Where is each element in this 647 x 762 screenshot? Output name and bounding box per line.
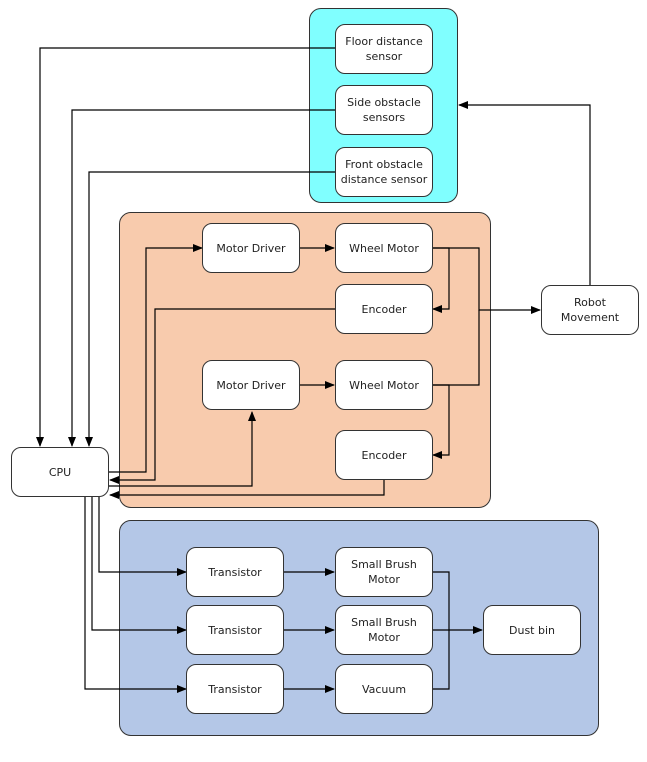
motor-driver-1-label: Motor Driver [216,241,286,255]
motor-driver-2-node[interactable]: Motor Driver [202,360,300,410]
edge-wheel-motor-1-to-robot-movement [432,247,541,314]
vacuum-node[interactable]: Vacuum [335,664,433,714]
small-brush-motor-2-label: Small Brush Motor [351,616,417,644]
transistor-2-label: Transistor [208,623,262,637]
dust-bin-node[interactable]: Dust bin [483,605,581,655]
robot-movement-label: Robot Movement [560,296,620,324]
floor-distance-sensor-label: Floor distance sensor [345,35,423,63]
small-brush-motor-1-label: Small Brush Motor [351,558,417,586]
edge-vacuum-to-dust-bin [432,630,450,690]
small-brush-motor-1-node[interactable]: Small Brush Motor [335,547,433,597]
transistor-3-label: Transistor [208,682,262,696]
vacuum-label: Vacuum [361,682,407,696]
encoder-1-label: Encoder [361,302,407,316]
transistor-3-node[interactable]: Transistor [186,664,284,714]
edge-small-brush-motor-1-to-dust-bin [432,571,450,630]
edge-encoder-2-to-cpu [109,480,385,499]
edge-cpu-to-transistor-2 [91,497,187,634]
cpu-label: CPU [48,465,72,479]
floor-distance-sensor-node[interactable]: Floor distance sensor [335,24,433,74]
front-obstacle-sensor-node[interactable]: Front obstacle distance sensor [335,147,433,197]
side-obstacle-sensors-node[interactable]: Side obstacle sensors [335,85,433,135]
transistor-1-label: Transistor [208,565,262,579]
edge-wheel-motor-1-to-encoder-1 [432,247,450,313]
edge-cpu-to-transistor-1 [98,497,187,576]
transistor-2-node[interactable]: Transistor [186,605,284,655]
front-obstacle-sensor-label: Front obstacle distance sensor [340,158,428,186]
edge-cpu-to-motor-driver-2 [109,411,256,487]
encoder-2-label: Encoder [361,448,407,462]
edge-cpu-to-transistor-3 [84,497,187,693]
robot-movement-node[interactable]: Robot Movement [541,285,639,335]
encoder-2-node[interactable]: Encoder [335,430,433,480]
side-obstacle-sensors-label: Side obstacle sensors [347,96,421,124]
edge-wheel-motor-2-to-encoder-2 [432,384,450,459]
dust-bin-label: Dust bin [509,623,555,637]
wheel-motor-1-label: Wheel Motor [349,241,419,255]
motor-driver-2-label: Motor Driver [216,378,286,392]
wheel-motor-2-node[interactable]: Wheel Motor [335,360,433,410]
wheel-motor-1-node[interactable]: Wheel Motor [335,223,433,273]
small-brush-motor-2-node[interactable]: Small Brush Motor [335,605,433,655]
motor-driver-1-node[interactable]: Motor Driver [202,223,300,273]
transistor-1-node[interactable]: Transistor [186,547,284,597]
encoder-1-node[interactable]: Encoder [335,284,433,334]
edge-wheel-motor-2-to-robot-movement [432,310,480,386]
wheel-motor-2-label: Wheel Motor [349,378,419,392]
cpu-node[interactable]: CPU [11,447,109,497]
